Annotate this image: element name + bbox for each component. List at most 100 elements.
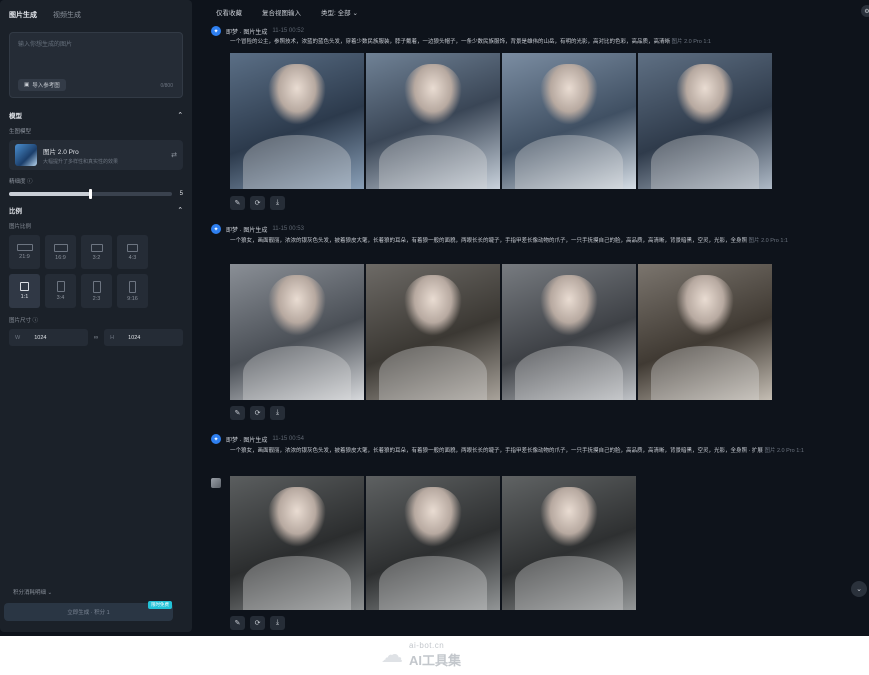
bot-avatar-icon: ✦ xyxy=(211,434,221,444)
entry-title: 即梦 · 图片生成 xyxy=(226,227,268,234)
generation-panel: 图片生成 视频生成 输入你想生成的图片 ▣ 导入参考图 0/800 模型 ⌃ 生… xyxy=(0,0,192,632)
height-value: 1024 xyxy=(128,334,141,341)
generated-image[interactable] xyxy=(366,264,500,400)
image-row xyxy=(230,53,772,189)
pencil-icon[interactable]: ✎ xyxy=(230,616,245,630)
generated-image[interactable] xyxy=(502,476,636,610)
results-panel: ⚙ 仅看收藏 复合视图输入 类型: 全部 ⌄ ✦ 即梦 · 图片生成 11-15… xyxy=(195,0,869,636)
generated-image[interactable] xyxy=(502,53,636,189)
ratio-section-header[interactable]: 比例 ⌃ xyxy=(9,205,183,215)
filter-favorites[interactable]: 仅看收藏 xyxy=(216,7,242,17)
watermark-url: ai-bot.cn xyxy=(409,641,445,650)
watermark: ☁ ai-bot.cn AI工具集 xyxy=(381,641,461,669)
generated-image[interactable] xyxy=(230,264,364,400)
ratio-option-3-2[interactable]: 3:2 xyxy=(81,235,112,269)
app-window: 图片生成 视频生成 输入你想生成的图片 ▣ 导入参考图 0/800 模型 ⌃ 生… xyxy=(0,0,869,636)
generated-image[interactable] xyxy=(230,476,364,610)
generated-image[interactable] xyxy=(366,476,500,610)
results-toolbar: 仅看收藏 复合视图输入 类型: 全部 ⌄ xyxy=(195,0,869,24)
bot-avatar-icon: ✦ xyxy=(211,224,221,234)
import-reference-label: 导入参考图 xyxy=(32,83,60,89)
model-section-header[interactable]: 模型 ⌃ xyxy=(9,110,183,120)
free-badge: 限时免费 xyxy=(148,601,172,609)
entry-model: 图片 2.0 Pro xyxy=(764,448,795,454)
refresh-icon[interactable]: ⟳ xyxy=(250,616,265,630)
points-detail-link[interactable]: 积分消耗明细 ⌄ xyxy=(13,588,52,596)
precision-slider[interactable] xyxy=(9,189,172,199)
scroll-down-button[interactable]: ⌄ xyxy=(851,581,867,597)
download-icon[interactable]: ⤓ xyxy=(270,616,285,630)
download-icon[interactable]: ⤓ xyxy=(270,406,285,420)
chevron-down-icon: ⌄ xyxy=(47,590,53,596)
import-reference-button[interactable]: ▣ 导入参考图 xyxy=(18,79,66,91)
entry-title: 即梦 · 图片生成 xyxy=(226,437,268,444)
ratio-label: 图片比例 xyxy=(9,224,32,230)
bot-avatar-icon: ✦ xyxy=(211,26,221,36)
model-name: 图片 2.0 Pro xyxy=(43,148,79,156)
filter-composite-input[interactable]: 复合视图输入 xyxy=(262,7,301,17)
model-thumbnail xyxy=(15,144,37,166)
precision-label: 精细度 ⓘ xyxy=(9,179,33,185)
entry-prompt: 一个冒险的公主，参照技术，浓蓝的蓝色头发，穿着少数民族服装，脖子戴着，一边狼头帽… xyxy=(230,39,711,45)
chevron-down-icon: ⌄ xyxy=(352,10,358,17)
width-field[interactable]: W 1024 xyxy=(9,329,88,346)
ratio-option-21-9[interactable]: 21:9 xyxy=(9,235,40,269)
refresh-icon[interactable]: ⟳ xyxy=(250,406,265,420)
generated-image[interactable] xyxy=(638,264,772,400)
refresh-icon[interactable]: ⟳ xyxy=(250,196,265,210)
generated-image[interactable] xyxy=(366,53,500,189)
entry-ratio: 1:1 xyxy=(780,238,788,244)
image-actions: ✎ ⟳ ⤓ xyxy=(230,406,285,420)
settings-icon[interactable]: ⚙ xyxy=(861,5,869,17)
info-icon: ⓘ xyxy=(32,318,39,324)
pencil-icon[interactable]: ✎ xyxy=(230,406,245,420)
entry-title: 即梦 · 图片生成 xyxy=(226,29,268,36)
entry-header: ✦ 即梦 · 图片生成 11-15 00:52 xyxy=(211,26,304,36)
gen-model-label: 生图模型 xyxy=(9,129,32,135)
generated-image[interactable] xyxy=(230,53,364,189)
width-value: 1024 xyxy=(34,334,47,341)
pencil-icon[interactable]: ✎ xyxy=(230,196,245,210)
image-row xyxy=(230,264,772,400)
entry-header: ✦ 即梦 · 图片生成 11-15 00:54 xyxy=(211,434,304,444)
ratio-options: 21:9 16:9 3:2 4:3 1:1 3:4 2:3 9:16 xyxy=(9,235,183,308)
ratio-option-3-4[interactable]: 3:4 xyxy=(45,274,76,308)
panel-tabs: 图片生成 视频生成 xyxy=(9,6,183,24)
tab-video-generation[interactable]: 视频生成 xyxy=(53,10,81,20)
entry-ratio: 1:1 xyxy=(703,39,711,45)
char-counter: 0/800 xyxy=(160,83,173,89)
chevron-up-icon: ⌃ xyxy=(177,207,183,214)
precision-slider-handle[interactable] xyxy=(89,189,93,199)
model-selector[interactable]: 图片 2.0 Pro 大幅提升了多样性和真实性的效果 ⇄ xyxy=(9,140,183,170)
size-label: 图片尺寸 ⓘ xyxy=(9,318,39,324)
entry-model: 图片 2.0 Pro xyxy=(748,238,779,244)
link-icon[interactable]: ∞ xyxy=(94,335,98,341)
entry-time: 11-15 00:54 xyxy=(272,436,304,442)
generated-image[interactable] xyxy=(638,53,772,189)
precision-value: 5 xyxy=(179,191,183,197)
height-field[interactable]: H 1024 xyxy=(104,329,183,346)
size-inputs: W 1024 ∞ H 1024 xyxy=(9,329,183,346)
ratio-option-1-1[interactable]: 1:1 xyxy=(9,274,40,308)
ratio-option-16-9[interactable]: 16:9 xyxy=(45,235,76,269)
chevron-up-icon: ⌃ xyxy=(177,112,183,119)
tab-image-generation[interactable]: 图片生成 xyxy=(9,10,37,20)
ratio-option-4-3[interactable]: 4:3 xyxy=(117,235,148,269)
download-icon[interactable]: ⤓ xyxy=(270,196,285,210)
entry-model: 图片 2.0 Pro xyxy=(671,39,702,45)
user-avatar xyxy=(211,478,221,488)
image-icon: ▣ xyxy=(24,82,30,88)
image-actions: ✎ ⟳ ⤓ xyxy=(230,196,285,210)
filter-type-dropdown[interactable]: 类型: 全部 ⌄ xyxy=(321,7,358,17)
generate-button[interactable]: 立即生成 · 积分 1 限时免费 xyxy=(4,601,173,621)
prompt-placeholder: 输入你想生成的图片 xyxy=(18,42,73,48)
entry-prompt: 一个狼女，画面靓丽，浓浓的银灰色头发，披着狼皮大氅，长着狼的耳朵，有着狼一般的面… xyxy=(230,238,788,244)
prompt-input[interactable]: 输入你想生成的图片 ▣ 导入参考图 0/800 xyxy=(9,32,183,98)
generated-image[interactable] xyxy=(502,264,636,400)
ratio-option-2-3[interactable]: 2:3 xyxy=(81,274,112,308)
watermark-logo-icon: ☁ xyxy=(381,642,403,667)
entry-prompt: 一个狼女，画面靓丽，浓浓的银灰色头发，披着狼皮大氅，长着狼的耳朵，有着狼一般的面… xyxy=(230,448,804,454)
ratio-option-9-16[interactable]: 9:16 xyxy=(117,274,148,308)
entry-time: 11-15 00:53 xyxy=(272,226,304,232)
image-actions: ✎ ⟳ ⤓ xyxy=(230,616,285,630)
